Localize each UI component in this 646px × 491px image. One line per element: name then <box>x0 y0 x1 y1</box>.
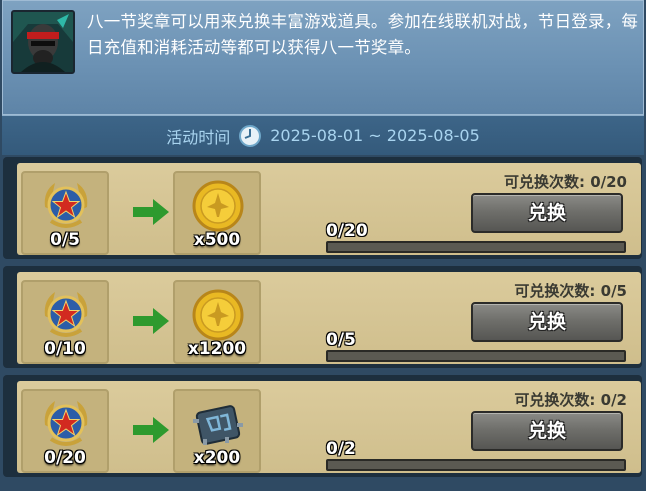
gold-coin-icon <box>192 289 244 341</box>
exchange-button[interactable]: 兑换 <box>471 193 623 233</box>
exchange-row: 0/5 x500 可兑换次数: 0/20 兑换 0/20 <box>3 157 642 259</box>
reward-quantity: x200 <box>193 448 241 468</box>
event-time-label: 活动时间 <box>166 127 231 147</box>
reward-slot: x500 <box>173 171 261 255</box>
event-time-range: 2025-08-01 ~ 2025-08-05 <box>270 126 480 145</box>
clock-icon <box>239 124 262 147</box>
medal-icon <box>44 401 88 446</box>
exchange-row: 0/10 x1200 可兑换次数: 0/5 兑换 0/5 <box>3 266 642 368</box>
cost-slot: 0/10 <box>21 280 109 364</box>
cost-quantity: 0/10 <box>44 339 86 359</box>
cost-quantity: 0/20 <box>44 448 86 468</box>
medal-icon <box>44 292 88 337</box>
reward-slot: x200 <box>173 389 261 473</box>
exchange-row: 0/20 x200 可兑换次数: 0/2 兑换 0/2 <box>3 375 642 477</box>
progress-bar <box>326 459 626 471</box>
progress-text: 0/5 <box>326 330 356 350</box>
chip-icon <box>193 405 243 445</box>
reward-slot: x1200 <box>173 280 261 364</box>
arrow-right-icon <box>133 308 169 334</box>
cost-slot: 0/20 <box>21 389 109 473</box>
event-description: 八一节奖章可以用来兑换丰富游戏道具。参加在线联机对战，节日登录，每日充值和消耗活… <box>87 12 639 57</box>
exchange-count-label: 可兑换次数: 0/20 <box>503 173 627 191</box>
arrow-right-icon <box>133 417 169 443</box>
arrow-right-icon <box>133 199 169 225</box>
character-avatar <box>11 10 75 74</box>
exchange-count-label: 可兑换次数: 0/5 <box>514 282 627 300</box>
progress-bar <box>326 350 626 362</box>
medal-icon <box>44 183 88 228</box>
event-header: 八一节奖章可以用来兑换丰富游戏道具。参加在线联机对战，节日登录，每日充值和消耗活… <box>2 0 644 115</box>
cost-slot: 0/5 <box>21 171 109 255</box>
gold-coin-icon <box>192 180 244 232</box>
exchange-count-label: 可兑换次数: 0/2 <box>514 391 627 409</box>
reward-quantity: x500 <box>193 230 241 250</box>
exchange-panel: 八一节奖章可以用来兑换丰富游戏道具。参加在线联机对战，节日登录，每日充值和消耗活… <box>0 0 646 491</box>
progress-text: 0/20 <box>326 221 368 241</box>
progress-text: 0/2 <box>326 439 356 459</box>
exchange-button[interactable]: 兑换 <box>471 411 623 451</box>
progress-bar <box>326 241 626 253</box>
cost-quantity: 0/5 <box>50 230 80 250</box>
exchange-button[interactable]: 兑换 <box>471 302 623 342</box>
soldier-portrait-icon <box>13 12 73 72</box>
event-time-bar: 活动时间 2025-08-01 ~ 2025-08-05 <box>2 115 644 155</box>
reward-quantity: x1200 <box>187 339 247 359</box>
